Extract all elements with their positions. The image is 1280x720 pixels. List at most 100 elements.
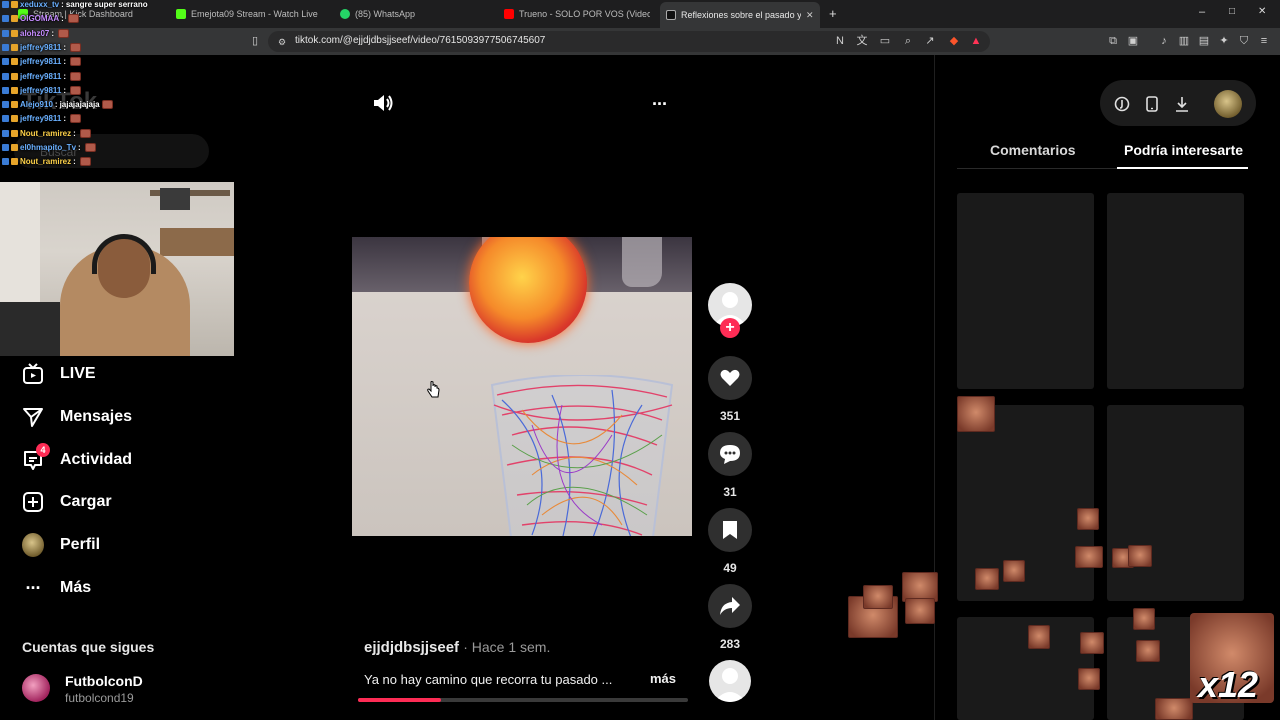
volume-icon[interactable] [372, 92, 394, 119]
chat-message: Alejo910 : jajajajajaja [2, 100, 113, 110]
chat-message: jeffrey9811 : [2, 85, 82, 95]
sidebar-toggle-icon[interactable]: ▥ [1178, 35, 1190, 47]
kick-icon [176, 9, 186, 19]
whatsapp-icon [340, 9, 350, 19]
author-name[interactable]: ejjdjdbsjjseef [364, 639, 459, 656]
tab-whatsapp[interactable]: (85) WhatsApp [334, 4, 484, 24]
chat-username: jeffrey9811 [20, 71, 62, 81]
comment-count: 31 [723, 485, 737, 499]
chat-username: xeduxx_tv [20, 0, 60, 9]
new-tab-button[interactable]: + [829, 6, 837, 21]
sidebar-item-live[interactable]: LIVE [22, 361, 96, 387]
chat-emote-icon [79, 157, 91, 167]
following-avatar[interactable] [22, 674, 50, 702]
chat-message: alohz07 : [2, 28, 70, 38]
chat-badge-icon [11, 115, 18, 123]
emote-face-icon [957, 396, 995, 432]
tab-recommended[interactable]: Podría interesarte [1124, 142, 1243, 158]
emote-face-icon [1128, 545, 1152, 567]
chat-message: xeduxx_tv : sangre super serrano [2, 0, 148, 9]
bookmark-icon[interactable]: ▯ [249, 35, 261, 47]
follow-button[interactable]: + [720, 318, 740, 338]
sidebar-item-activity[interactable]: 4 Actividad [22, 443, 132, 473]
leo-ai-icon[interactable]: ✦ [1218, 35, 1230, 47]
recommended-thumb[interactable] [1107, 405, 1244, 601]
send-icon [22, 406, 44, 428]
caption-more-link[interactable]: más [650, 671, 676, 686]
chat-separator: : [63, 42, 67, 52]
music-icon[interactable]: ♪ [1158, 35, 1170, 47]
close-window-button[interactable]: ✕ [1258, 6, 1266, 17]
save-button[interactable] [708, 508, 752, 552]
zoom-icon[interactable]: ⌕ [902, 35, 914, 47]
chat-badge-icon [11, 101, 18, 109]
sidebar-item-messages[interactable]: Mensajes [22, 404, 132, 430]
site-settings-icon[interactable]: ⚙ [276, 36, 288, 48]
chat-username: jeffrey9811 [20, 114, 62, 124]
chat-emote-icon [79, 128, 91, 138]
share-arrow-icon [720, 597, 740, 615]
chat-badge-icon [11, 1, 18, 8]
tiktok-coin-icon[interactable] [1114, 96, 1130, 112]
tab-kick-stream[interactable]: Emejota09 Stream - Watch Live o [170, 4, 320, 24]
chat-text: sangre super serrano [65, 0, 148, 9]
chat-message: jeffrey9811 : [2, 71, 82, 81]
share-icon[interactable]: ↗ [924, 35, 936, 47]
youtube-icon [504, 9, 514, 19]
chat-badge-icon [2, 101, 9, 109]
share-button[interactable] [708, 584, 752, 628]
more-options-icon[interactable]: ··· [652, 94, 668, 115]
close-tab-icon[interactable]: ✕ [806, 10, 814, 21]
emote-face-icon [1077, 508, 1099, 530]
following-name[interactable]: FutbolconD [65, 673, 143, 689]
like-button[interactable] [708, 356, 752, 400]
sidebar-item-label: Cargar [60, 493, 112, 510]
vpn-icon[interactable]: ⛉ [1238, 35, 1250, 47]
emote-face-icon [863, 585, 893, 609]
comment-button[interactable] [708, 432, 752, 476]
recommended-thumb[interactable] [957, 617, 1094, 720]
menu-icon[interactable]: ≡ [1258, 35, 1270, 47]
minimize-button[interactable]: – [1199, 6, 1205, 18]
chat-message: Nout_ramirez : [2, 157, 91, 167]
translate-icon[interactable]: 文 [856, 35, 868, 47]
emote-face-icon [1075, 546, 1103, 568]
wallet-icon[interactable]: ▤ [1198, 35, 1210, 47]
chat-badge-icon [2, 144, 9, 151]
sidebar-item-upload[interactable]: Cargar [22, 489, 112, 515]
share-count: 283 [719, 637, 741, 651]
chat-emote-icon [84, 143, 96, 152]
download-icon[interactable] [1174, 96, 1190, 112]
get-app-icon[interactable] [1144, 96, 1160, 112]
emote-face-icon [1028, 625, 1050, 649]
chat-text: jajajajajaja [59, 100, 100, 110]
chat-separator: : [63, 57, 67, 67]
recommended-thumb[interactable] [1107, 193, 1244, 389]
recommended-thumb[interactable] [957, 193, 1094, 389]
chat-emote-icon [70, 71, 82, 81]
screenshot-icon[interactable]: ▣ [1127, 35, 1139, 47]
video-player[interactable] [352, 237, 692, 536]
screen-icon[interactable]: ▭ [879, 35, 891, 47]
tab-youtube[interactable]: Trueno - SOLO POR VOS (Video Ofici [498, 4, 650, 24]
emote-combo-counter: x12 [1198, 664, 1259, 705]
chat-separator: : [63, 114, 67, 124]
chat-badge-icon [2, 129, 9, 137]
video-author[interactable]: ejjdjdbsjjseef · Hace 1 sem. [364, 639, 550, 656]
address-bar[interactable]: ⚙ tiktok.com/@ejjdjdbsjjseef/video/76150… [268, 31, 990, 52]
next-creator-avatar[interactable] [709, 660, 751, 702]
brave-rewards-icon[interactable]: ▲ [970, 35, 982, 47]
sidebar-item-label: Mensajes [60, 408, 133, 425]
sidebar-item-more[interactable]: ··· Más [22, 575, 92, 601]
brave-shields-icon[interactable]: ◆ [948, 35, 960, 47]
extensions-icon[interactable]: ⧉ [1107, 35, 1119, 47]
tab-comments[interactable]: Comentarios [990, 142, 1076, 158]
chat-emote-icon [70, 85, 82, 95]
video-progress-bar[interactable] [358, 698, 688, 702]
chat-badge-icon [2, 58, 9, 66]
reader-off-icon[interactable]: N [834, 35, 846, 47]
tab-tiktok-active[interactable]: Reflexiones sobre el pasado y ✕ [660, 2, 820, 28]
maximize-button[interactable]: □ [1229, 6, 1235, 17]
sidebar-item-profile[interactable]: Perfil [22, 532, 100, 558]
user-avatar[interactable] [1214, 90, 1242, 118]
